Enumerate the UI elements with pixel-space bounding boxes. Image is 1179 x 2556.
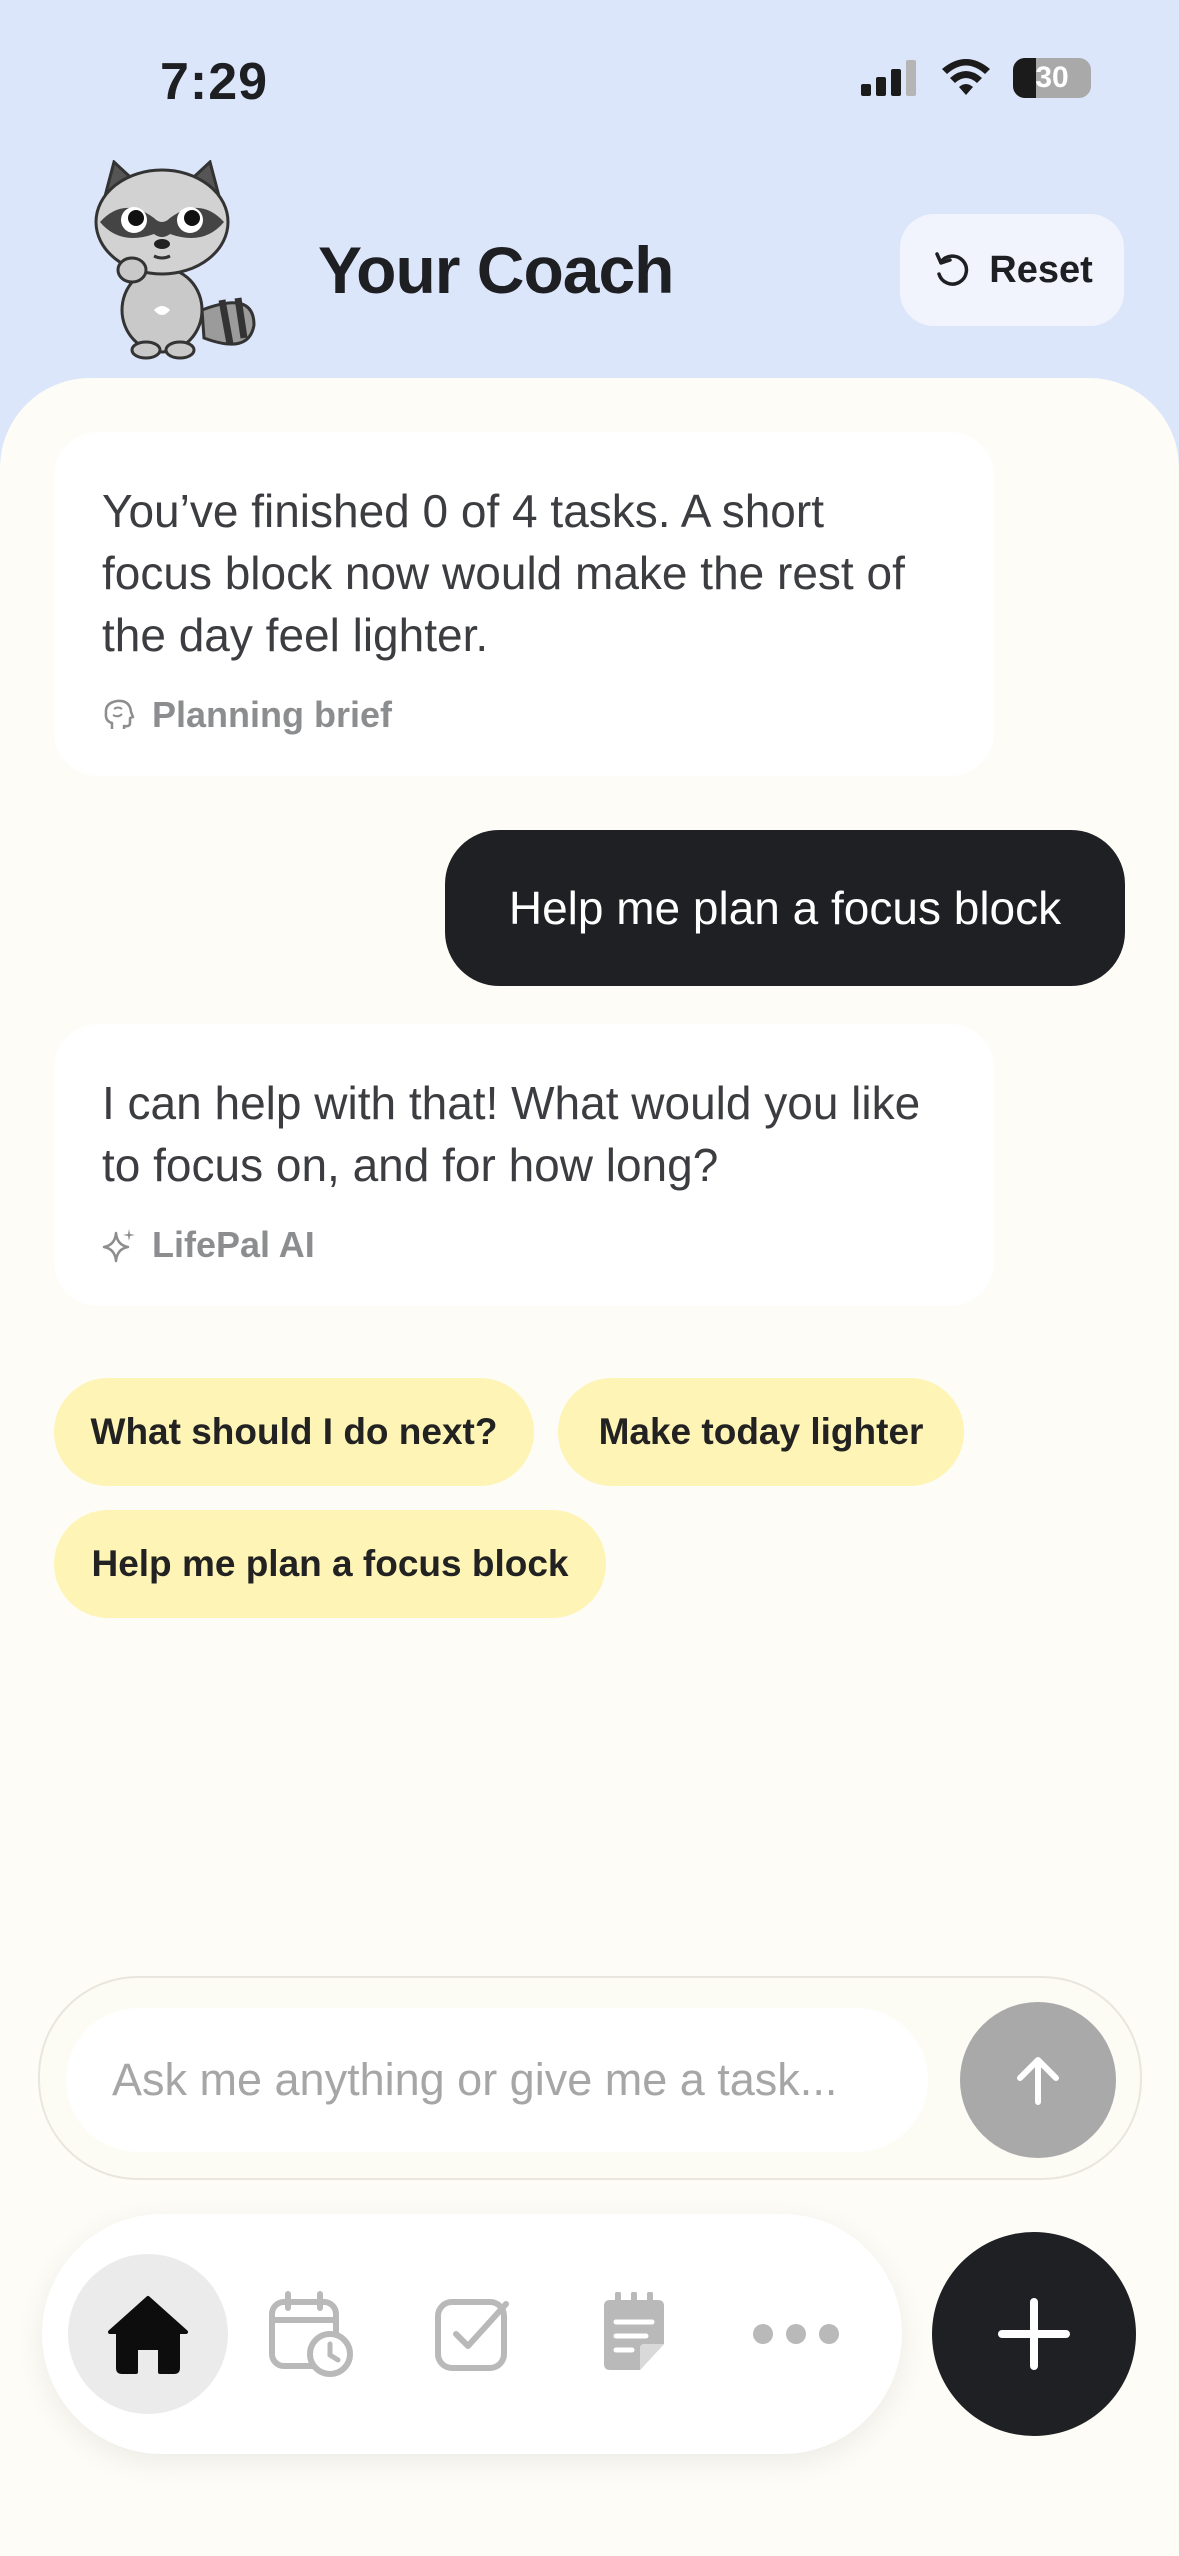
calendar-clock-icon (269, 2291, 353, 2377)
suggestion-chip[interactable]: What should I do next? (54, 1378, 534, 1486)
add-button[interactable] (932, 2232, 1136, 2436)
status-icons: 30 (861, 58, 1091, 98)
battery-level: 30 (1035, 61, 1069, 94)
message-text: You’ve finished 0 of 4 tasks. A short fo… (102, 485, 905, 661)
chat-input[interactable]: Ask me anything or give me a task... (66, 2008, 928, 2152)
tab-notes[interactable] (554, 2254, 714, 2414)
cellular-signal-icon (861, 60, 916, 96)
page-title: Your Coach (318, 233, 674, 307)
message-text: I can help with that! What would you lik… (102, 1077, 921, 1191)
battery-icon: 30 (1013, 58, 1091, 98)
reset-icon (935, 252, 969, 286)
reset-label: Reset (989, 248, 1093, 291)
send-button[interactable] (960, 2002, 1116, 2158)
wifi-icon (942, 59, 990, 95)
more-icon (753, 2324, 839, 2344)
suggestion-chip[interactable]: Help me plan a focus block (54, 1510, 606, 1618)
raccoon-mascot (94, 160, 256, 360)
arrow-up-icon (1017, 2057, 1059, 2105)
tab-more[interactable] (716, 2254, 876, 2414)
tab-calendar[interactable] (230, 2254, 390, 2414)
sparkle-icon (102, 1229, 135, 1263)
status-time: 7:29 (160, 53, 269, 111)
tab-tasks[interactable] (392, 2254, 552, 2414)
suggestion-chip[interactable]: Make today lighter (558, 1378, 964, 1486)
user-message: Help me plan a focus block (445, 830, 1125, 986)
message-meta-label: Planning brief (152, 694, 393, 735)
reset-button[interactable]: Reset (900, 214, 1124, 326)
assistant-message: You’ve finished 0 of 4 tasks. A short fo… (54, 432, 994, 776)
assistant-message: I can help with that! What would you lik… (54, 1024, 994, 1306)
tab-bar (42, 2214, 902, 2454)
chat-composer: Ask me anything or give me a task... (38, 1976, 1142, 2180)
plus-icon (998, 2298, 1070, 2370)
tab-home[interactable] (68, 2254, 228, 2414)
notes-icon (604, 2292, 664, 2370)
message-meta: LifePal AI (102, 1224, 946, 1266)
home-icon (108, 2296, 188, 2374)
message-meta: Planning brief (102, 694, 946, 736)
brain-icon (104, 699, 135, 729)
checkbox-icon (435, 2299, 509, 2371)
message-meta-label: LifePal AI (152, 1224, 315, 1265)
